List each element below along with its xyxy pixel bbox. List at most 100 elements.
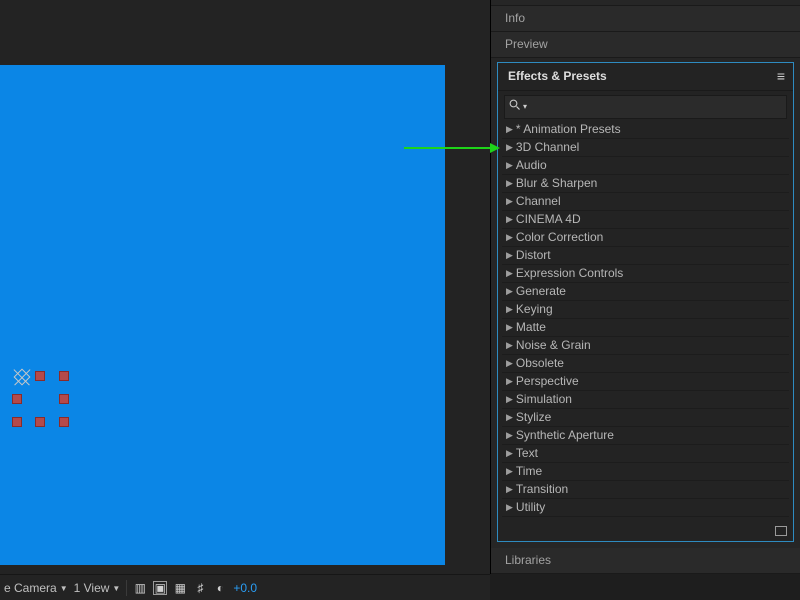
chevron-down-icon: ▼ [112,584,120,593]
new-bin-icon[interactable] [775,526,787,536]
disclosure-triangle-icon[interactable]: ▶ [506,463,513,480]
disclosure-triangle-icon[interactable]: ▶ [506,319,513,336]
camera-label: e Camera [4,581,57,595]
effects-category-label: 3D Channel [516,139,579,156]
effects-category-item[interactable]: ▶Audio [502,157,789,175]
effects-search-input[interactable] [531,101,782,113]
disclosure-triangle-icon[interactable]: ▶ [506,265,513,282]
preview-panel-tab[interactable]: Preview [491,32,800,58]
effects-category-item[interactable]: ▶Noise & Grain [502,337,789,355]
disclosure-triangle-icon[interactable]: ▶ [506,301,513,318]
exposure-value[interactable]: +0.0 [233,581,257,595]
effects-category-label: Obsolete [516,355,564,372]
effects-category-item[interactable]: ▶Color Correction [502,229,789,247]
info-panel-label: Info [505,11,525,25]
effects-category-item[interactable]: ▶Perspective [502,373,789,391]
selection-handle[interactable] [12,417,22,427]
search-icon [509,98,521,116]
reset-exposure-icon[interactable]: ◐ [213,581,227,595]
effects-category-item[interactable]: ▶Channel [502,193,789,211]
effects-category-label: Blur & Sharpen [516,175,597,192]
toggle-grid-icon[interactable]: ♯ [193,581,207,595]
effects-category-label: Color Correction [516,229,603,246]
selection-handle[interactable] [35,417,45,427]
disclosure-triangle-icon[interactable]: ▶ [506,229,513,246]
effects-category-item[interactable]: ▶Obsolete [502,355,789,373]
view-count-label: 1 View [74,581,110,595]
effects-category-item[interactable]: ▶Expression Controls [502,265,789,283]
effects-category-label: Channel [516,193,561,210]
effects-category-item[interactable]: ▶* Animation Presets [502,121,789,139]
effects-category-label: Time [516,463,542,480]
effects-presets-title: Effects & Presets [508,69,607,83]
effects-category-label: Stylize [516,409,551,426]
effects-category-item[interactable]: ▶Text [502,445,789,463]
preview-panel-label: Preview [505,37,548,51]
left-top-spacer [0,0,490,65]
chevron-down-icon: ▼ [60,584,68,593]
effects-category-item[interactable]: ▶Matte [502,319,789,337]
effects-category-item[interactable]: ▶Utility [502,499,789,517]
effects-category-label: Synthetic Aperture [516,427,614,444]
effects-category-item[interactable]: ▶Generate [502,283,789,301]
effects-category-label: Perspective [516,373,579,390]
disclosure-triangle-icon[interactable]: ▶ [506,373,513,390]
libraries-panel-tab[interactable]: Libraries [491,548,800,574]
disclosure-triangle-icon[interactable]: ▶ [506,283,513,300]
disclosure-triangle-icon[interactable]: ▶ [506,211,513,228]
toggle-transparency-icon[interactable]: ▥ [133,581,147,595]
effects-category-label: CINEMA 4D [516,211,581,228]
camera-dropdown[interactable]: e Camera ▼ [4,581,68,595]
disclosure-triangle-icon[interactable]: ▶ [506,175,513,192]
composition-viewer[interactable] [0,65,490,574]
disclosure-triangle-icon[interactable]: ▶ [506,139,513,156]
effects-tree: ▶* Animation Presets▶3D Channel▶Audio▶Bl… [498,121,793,521]
search-options-chevron-icon[interactable]: ▾ [523,102,527,111]
toggle-mask-icon[interactable]: ▦ [173,581,187,595]
effects-category-label: Keying [516,301,553,318]
effects-category-item[interactable]: ▶Distort [502,247,789,265]
anchor-point-icon[interactable] [14,369,31,386]
effects-category-item[interactable]: ▶Keying [502,301,789,319]
disclosure-triangle-icon[interactable]: ▶ [506,157,513,174]
view-count-dropdown[interactable]: 1 View ▼ [74,581,121,595]
selection-handle[interactable] [12,394,22,404]
effects-search-row[interactable]: ▾ [504,95,787,119]
disclosure-triangle-icon[interactable]: ▶ [506,121,513,138]
effects-category-item[interactable]: ▶Synthetic Aperture [502,427,789,445]
panel-menu-icon[interactable]: ≡ [777,69,785,83]
disclosure-triangle-icon[interactable]: ▶ [506,481,513,498]
effects-category-label: Matte [516,319,546,336]
effects-category-item[interactable]: ▶Simulation [502,391,789,409]
disclosure-triangle-icon[interactable]: ▶ [506,193,513,210]
effects-category-item[interactable]: ▶CINEMA 4D [502,211,789,229]
disclosure-triangle-icon[interactable]: ▶ [506,247,513,264]
effects-presets-header[interactable]: Effects & Presets ≡ [498,63,793,91]
disclosure-triangle-icon[interactable]: ▶ [506,391,513,408]
effects-category-item[interactable]: ▶Blur & Sharpen [502,175,789,193]
effects-category-label: * Animation Presets [516,121,621,138]
selection-handle[interactable] [35,371,45,381]
viewer-bottom-bar: e Camera ▼ 1 View ▼ ▥ ▣ ▦ ♯ ◐ +0.0 [0,574,490,600]
selection-handle[interactable] [59,417,69,427]
info-panel-tab[interactable]: Info [491,5,800,32]
disclosure-triangle-icon[interactable]: ▶ [506,337,513,354]
effects-category-item[interactable]: ▶Transition [502,481,789,499]
effects-category-label: Text [516,445,538,462]
disclosure-triangle-icon[interactable]: ▶ [506,445,513,462]
disclosure-triangle-icon[interactable]: ▶ [506,499,513,516]
effects-category-item[interactable]: ▶Stylize [502,409,789,427]
effects-category-item[interactable]: ▶Time [502,463,789,481]
selection-handle[interactable] [59,394,69,404]
disclosure-triangle-icon[interactable]: ▶ [506,355,513,372]
composition-canvas[interactable] [0,65,445,565]
disclosure-triangle-icon[interactable]: ▶ [506,427,513,444]
effects-category-label: Distort [516,247,551,264]
effects-category-item[interactable]: ▶3D Channel [502,139,789,157]
effects-category-label: Expression Controls [516,265,623,282]
toggle-safe-zones-icon[interactable]: ▣ [153,581,167,595]
effects-category-label: Noise & Grain [516,337,591,354]
selection-handle[interactable] [59,371,69,381]
disclosure-triangle-icon[interactable]: ▶ [506,409,513,426]
effects-category-label: Simulation [516,391,572,408]
